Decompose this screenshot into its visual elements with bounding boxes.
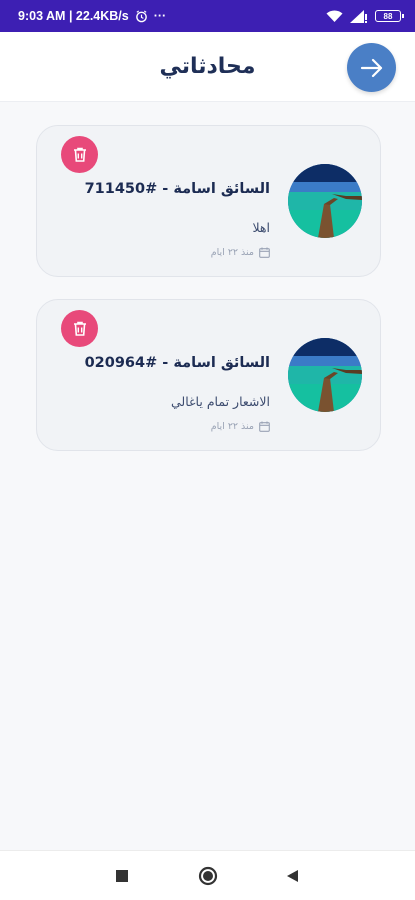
battery-level: 88 bbox=[383, 11, 393, 21]
chat-name: السائق اسامة - #020964 bbox=[84, 355, 270, 371]
avatar bbox=[288, 164, 362, 238]
signal-icon bbox=[350, 9, 368, 23]
chat-time: منذ ٢٢ ايام bbox=[211, 421, 270, 432]
back-nav-button[interactable] bbox=[285, 866, 299, 890]
calendar-icon bbox=[259, 421, 270, 432]
recents-button[interactable] bbox=[115, 866, 129, 890]
more-dots-icon: ··· bbox=[153, 9, 167, 23]
chat-last-message: الاشعار تمام ياغالي bbox=[170, 394, 270, 409]
status-right: 88 bbox=[326, 9, 404, 23]
chat-time-text: منذ ٢٢ ايام bbox=[210, 421, 254, 432]
back-triangle-icon bbox=[287, 870, 298, 882]
chat-last-message: اهلا bbox=[252, 220, 270, 235]
chat-time-text: منذ ٢٢ ايام bbox=[210, 247, 254, 258]
wifi-icon bbox=[326, 10, 343, 23]
delete-chat-button[interactable] bbox=[61, 136, 98, 173]
status-bar: 9:03 AM | 22.4KB/s ··· 88 bbox=[0, 0, 415, 32]
chat-card[interactable]: السائق اسامة - #020964 الاشعار تمام ياغا… bbox=[36, 299, 381, 451]
trash-icon bbox=[73, 147, 86, 162]
chat-name: السائق اسامة - #711450 bbox=[84, 181, 270, 197]
trash-icon bbox=[73, 321, 86, 336]
system-nav-bar bbox=[0, 850, 415, 900]
arrow-right-icon bbox=[360, 58, 382, 77]
chat-card[interactable]: السائق اسامة - #711450 اهلا منذ ٢٢ ايام bbox=[36, 125, 381, 277]
status-left: 9:03 AM | 22.4KB/s ··· bbox=[18, 9, 166, 23]
delete-chat-button[interactable] bbox=[61, 310, 98, 347]
chat-time: منذ ٢٢ ايام bbox=[211, 247, 270, 258]
avatar bbox=[288, 338, 362, 412]
back-button[interactable] bbox=[347, 43, 396, 92]
recents-square-icon bbox=[116, 870, 128, 882]
alarm-icon bbox=[135, 9, 148, 23]
calendar-icon bbox=[259, 247, 270, 258]
battery-icon: 88 bbox=[375, 10, 404, 22]
status-time-speed: 9:03 AM | 22.4KB/s bbox=[18, 9, 129, 23]
home-circle-icon bbox=[198, 866, 218, 886]
home-button[interactable] bbox=[198, 866, 218, 890]
